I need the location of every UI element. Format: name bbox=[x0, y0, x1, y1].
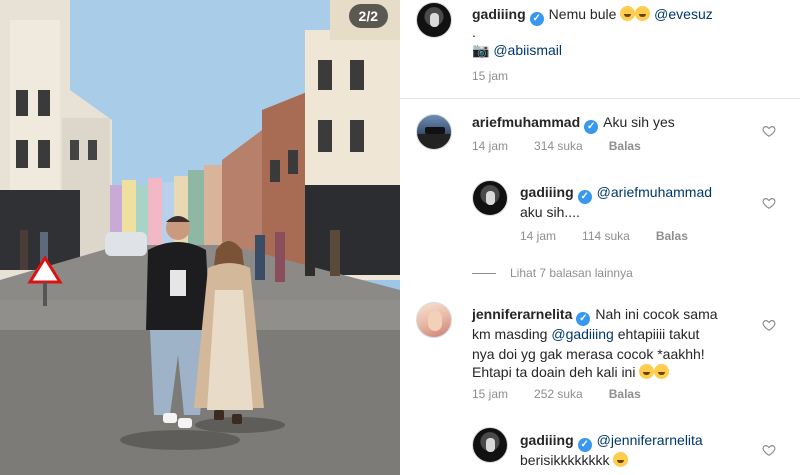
reply-text: aku sih.... bbox=[520, 204, 580, 220]
username-link[interactable]: jenniferarnelita bbox=[472, 306, 572, 322]
comment-text: nya doi yg gak merasa cocok *aakhh! bbox=[472, 346, 705, 362]
verified-badge-icon: ✓ bbox=[584, 120, 599, 134]
comment-text-line: ariefmuhammad ✓ Aku sih yes bbox=[472, 112, 675, 134]
comment-meta: 14 jam 314 suka Balas bbox=[472, 138, 667, 154]
avatar-gadiiing[interactable] bbox=[472, 180, 508, 216]
caption-text: Nemu bule bbox=[548, 6, 617, 22]
mention-link[interactable]: @abiismail bbox=[493, 42, 562, 58]
view-more-replies[interactable]: Lihat 7 balasan lainnya bbox=[472, 266, 633, 280]
post-photo[interactable]: 2/2 bbox=[0, 0, 400, 475]
comment-text: Ehtapi ta doain deh kali ini bbox=[472, 364, 636, 380]
caption-meta: 15 jam bbox=[472, 68, 534, 84]
post-time: 15 jam bbox=[472, 69, 509, 83]
username-link[interactable]: ariefmuhammad bbox=[472, 114, 580, 130]
view-more-label[interactable]: Lihat 7 balasan lainnya bbox=[510, 266, 633, 280]
comment-text-line: km masding @gadiiing ehtapiiii takut bbox=[472, 324, 699, 344]
username-link[interactable]: gadiiing bbox=[520, 184, 574, 200]
reply-text-line: berisikkkkkkkk bbox=[520, 450, 629, 470]
comment-meta: 15 jam 252 suka Balas bbox=[472, 386, 667, 402]
comment-text: ehtapiiii takut bbox=[617, 326, 700, 342]
caption-line: gadiiing ✓ Nemu bule @evesuz bbox=[472, 4, 713, 26]
mention-link[interactable]: @evesuz bbox=[654, 6, 713, 22]
avatar-gadiiing[interactable] bbox=[416, 2, 452, 38]
heart-icon[interactable] bbox=[762, 318, 776, 332]
comment-text: Nah ini cocok sama bbox=[595, 306, 718, 322]
reply-button[interactable]: Balas bbox=[609, 387, 641, 401]
reply-text: berisikkkkkkkk bbox=[520, 452, 610, 468]
grinning-emoji-icon bbox=[613, 452, 629, 467]
reply-button[interactable]: Balas bbox=[609, 139, 641, 153]
username-link[interactable]: gadiiing bbox=[472, 6, 526, 22]
reply-button[interactable]: Balas bbox=[656, 229, 688, 243]
reply-text-line: gadiiing ✓ @ariefmuhammad bbox=[520, 182, 712, 204]
comment-time: 15 jam bbox=[472, 387, 509, 401]
mention-link[interactable]: @ariefmuhammad bbox=[597, 184, 712, 200]
replies-line bbox=[472, 273, 496, 275]
verified-badge-icon: ✓ bbox=[529, 12, 544, 26]
avatar-ariefmuhammad[interactable] bbox=[416, 114, 452, 150]
comment-time: 14 jam bbox=[472, 139, 509, 153]
street-scene-image bbox=[0, 0, 400, 475]
comment-text-line: jenniferarnelita ✓ Nah ini cocok sama bbox=[472, 304, 718, 326]
credit-line: 📷 @abiismail bbox=[472, 40, 562, 60]
reply-time: 14 jam bbox=[520, 229, 557, 243]
mention-link[interactable]: @gadiiing bbox=[551, 326, 613, 342]
comment-text-line: Ehtapi ta doain deh kali ini bbox=[472, 362, 670, 382]
divider bbox=[400, 98, 800, 99]
comment-text: Aku sih yes bbox=[603, 114, 675, 130]
reply-text-line: gadiiing ✓ @jenniferarnelita bbox=[520, 430, 703, 452]
like-count[interactable]: 114 suka bbox=[582, 229, 630, 243]
hugging-emoji-icon bbox=[635, 6, 651, 21]
grinning-emoji-icon bbox=[639, 364, 655, 379]
camera-icon: 📷 bbox=[472, 42, 490, 58]
grinning-emoji-icon bbox=[654, 364, 670, 379]
avatar-jenniferarnelita[interactable] bbox=[416, 302, 452, 338]
caption-dot: . bbox=[472, 24, 476, 40]
grinning-emoji-icon bbox=[620, 6, 636, 21]
username-link[interactable]: gadiiing bbox=[520, 432, 574, 448]
heart-icon[interactable] bbox=[762, 196, 776, 210]
comment-text: km masding bbox=[472, 326, 548, 342]
mention-link[interactable]: @jenniferarnelita bbox=[597, 432, 703, 448]
carousel-counter: 2/2 bbox=[348, 4, 388, 28]
like-count[interactable]: 252 suka bbox=[534, 387, 583, 401]
like-count[interactable]: 314 suka bbox=[534, 139, 583, 153]
avatar-gadiiing[interactable] bbox=[472, 427, 508, 463]
reply-meta: 14 jam 114 suka Balas bbox=[520, 228, 714, 244]
comments-panel[interactable]: gadiiing ✓ Nemu bule @evesuz . 📷 @abiismai… bbox=[400, 0, 800, 475]
heart-icon[interactable] bbox=[762, 124, 776, 138]
heart-icon[interactable] bbox=[762, 443, 776, 457]
